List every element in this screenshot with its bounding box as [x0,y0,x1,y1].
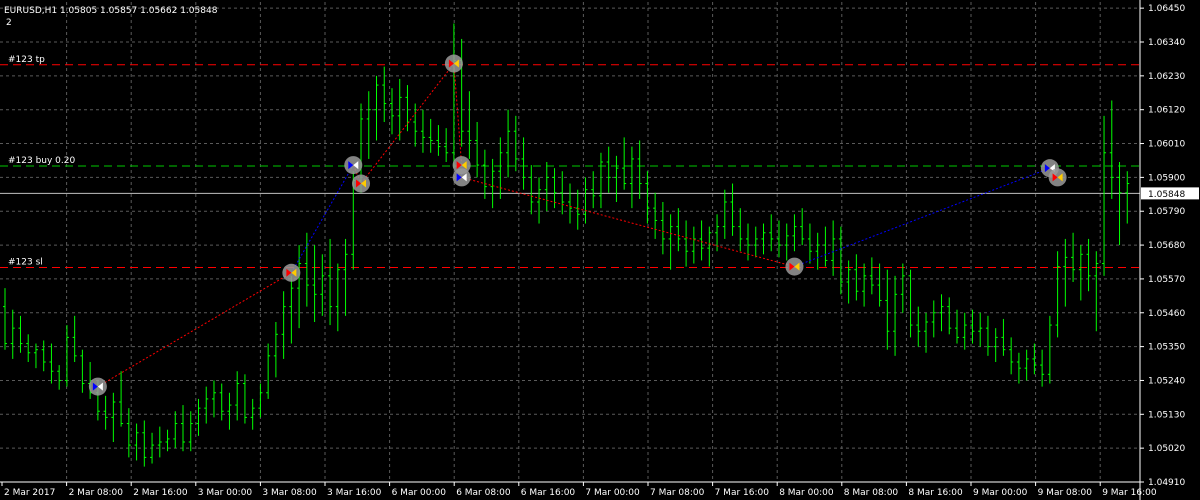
time-tick-label: 3 Mar 08:00 [262,488,317,498]
subwindow-number: 2 [6,18,12,28]
price-tick-label: 1.04910 [1148,478,1185,488]
time-tick-label: 2 Mar 16:00 [133,488,188,498]
price-tick-label: 1.05900 [1148,173,1185,183]
time-tick-label: 8 Mar 16:00 [908,488,963,498]
price-tick-label: 1.05350 [1148,343,1185,353]
chart-background [0,0,1200,500]
time-tick-label: 3 Mar 16:00 [327,488,382,498]
sell-marker[interactable] [282,263,301,282]
price-tick-label: 1.06230 [1148,72,1185,82]
price-tick-label: 1.05790 [1148,207,1185,217]
buy-marker[interactable] [344,156,363,175]
price-chart[interactable]: #123 tp #123 buy 0.20 #123 sl 1.06450 1.063… [0,0,1200,500]
current-price-label: 1.05848 [1148,190,1185,200]
time-tick-label: 9 Mar 08:00 [1038,488,1093,498]
sell-marker[interactable] [1048,168,1067,187]
time-tick-label: 7 Mar 00:00 [585,488,640,498]
price-tick-label: 1.05570 [1148,275,1185,285]
time-tick-label: 2 Mar 08:00 [69,488,124,498]
price-tick-label: 1.06450 [1148,4,1185,14]
price-tick-label: 1.05020 [1148,444,1185,454]
price-tick-label: 1.05130 [1148,410,1185,420]
time-tick-label: 2 Mar 2017 [4,488,55,498]
price-tick-label: 1.05680 [1148,241,1185,251]
time-tick-label: 9 Mar 00:00 [973,488,1028,498]
time-tick-label: 8 Mar 00:00 [779,488,834,498]
price-tick-label: 1.05240 [1148,376,1185,386]
sell-marker[interactable] [785,257,804,276]
buy-marker[interactable] [452,168,471,187]
time-tick-label: 8 Mar 08:00 [844,488,899,498]
buy-marker[interactable] [88,377,107,396]
symbol-title: EURUSD,H1 1.05805 1.05857 1.05662 1.0584… [4,6,218,16]
level-label-tp: #123 tp [8,55,45,65]
sell-marker[interactable] [352,174,371,193]
time-tick-label: 6 Mar 00:00 [392,488,447,498]
price-tick-label: 1.05460 [1148,309,1185,319]
level-label-sl: #123 sl [8,258,43,268]
time-tick-label: 3 Mar 00:00 [198,488,253,498]
level-label-entry: #123 buy 0.20 [8,156,75,166]
time-tick-label: 7 Mar 16:00 [715,488,770,498]
time-tick-label: 6 Mar 08:00 [456,488,511,498]
time-tick-label: 9 Mar 16:00 [1102,488,1157,498]
time-tick-label: 6 Mar 16:00 [521,488,576,498]
price-tick-label: 1.06120 [1148,106,1185,116]
price-tick-label: 1.06010 [1148,140,1185,150]
sell-marker[interactable] [444,54,463,73]
time-tick-label: 7 Mar 08:00 [650,488,705,498]
price-tick-label: 1.06340 [1148,38,1185,48]
